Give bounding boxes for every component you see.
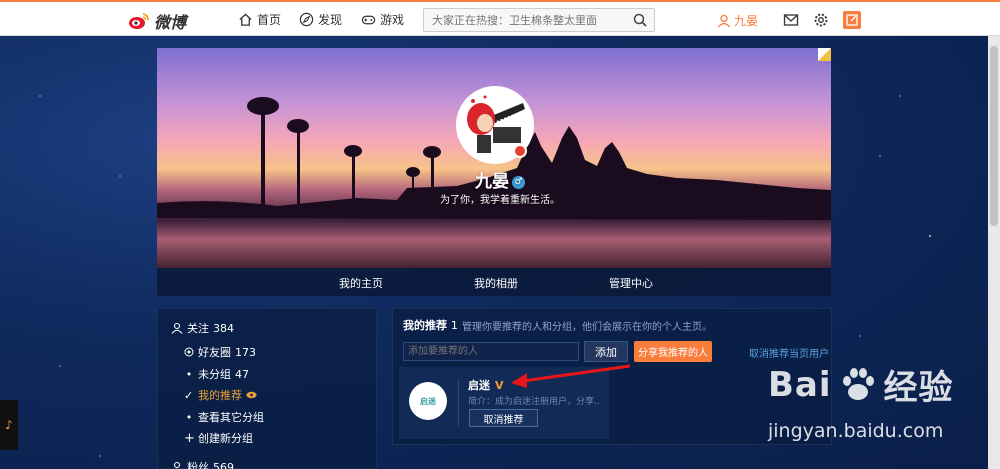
tab-my-album[interactable]: 我的相册: [474, 275, 518, 291]
sidebar-item-view-other-groups[interactable]: • 查看其它分组: [184, 409, 264, 425]
check-icon: ✓: [184, 388, 194, 402]
nav-game[interactable]: 游戏: [361, 11, 404, 28]
dot-icon: •: [185, 367, 193, 381]
username: 九晏: [734, 14, 759, 28]
sidebar-item-ungrouped[interactable]: • 未分组 47: [184, 366, 249, 382]
add-button[interactable]: 添加: [584, 341, 628, 362]
profile-tab-bar: 我的主页 我的相册 管理中心: [157, 268, 831, 296]
user-icon: [717, 14, 731, 27]
nav-game-label: 游戏: [380, 13, 405, 27]
profile-name: 九晏 ♂: [0, 167, 1000, 192]
nav-discover-label: 发现: [318, 13, 343, 27]
baidu-jingyan-watermark: Bai 经验 jingyan.baidu.com: [768, 360, 954, 443]
follow-count: 384: [213, 321, 234, 335]
profile-bio: 为了你，我学着重新生活。: [440, 195, 560, 206]
nav-home-label: 首页: [257, 13, 282, 27]
recommend-count: 1: [450, 319, 458, 332]
search-box: [423, 8, 655, 32]
person-icon: [171, 322, 183, 334]
recommend-title-text: 我的推荐: [403, 319, 447, 332]
sidebar-fans-header[interactable]: 粉丝 569: [171, 459, 234, 469]
sidebar-item-create-group[interactable]: + 创建新分组: [184, 430, 253, 446]
recommended-user-name[interactable]: 启迷 V: [468, 377, 504, 393]
eye-icon: [246, 391, 257, 399]
recommended-user-name-text: 启迷: [468, 379, 490, 392]
weibo-logo[interactable]: 微博: [128, 9, 186, 33]
user-menu[interactable]: 九晏: [717, 12, 758, 29]
recommended-user-avatar[interactable]: 启迷: [409, 382, 447, 420]
nav-discover[interactable]: 发现: [299, 11, 342, 28]
recommend-title: 我的推荐 1: [403, 317, 458, 333]
music-player-tab[interactable]: ♪: [0, 400, 18, 450]
fans-icon: [173, 461, 181, 469]
cover-settings-corner[interactable]: [818, 48, 831, 61]
sidebar-item-label: 好友圈: [198, 346, 231, 359]
cancel-home-recommend-link[interactable]: 取消推荐当页用户: [749, 345, 829, 360]
male-gender-icon: ♂: [512, 175, 525, 189]
card-divider: [458, 380, 459, 426]
cancel-recommend-button[interactable]: 取消推荐: [469, 409, 538, 427]
weibo-eye-icon: [129, 13, 149, 29]
add-recommend-input[interactable]: [403, 342, 579, 361]
logo-text: 微博: [154, 13, 187, 32]
sidebar-item-count: 173: [235, 345, 256, 359]
recommended-user-description: 简介：成为启迷注册用户，分享...: [468, 397, 600, 407]
verified-v-icon: V: [495, 378, 504, 392]
share-recommend-button[interactable]: 分享我推荐的人: [634, 341, 712, 362]
circle-icon: [184, 347, 194, 357]
sidebar-item-my-recommend[interactable]: ✓ 我的推荐: [184, 387, 257, 403]
watermark-brand: Bai 经验: [768, 360, 954, 409]
sidebar-item-label: 我的推荐: [198, 389, 242, 402]
plus-icon: +: [184, 430, 195, 446]
avatar-logo-text: 启迷: [420, 396, 436, 406]
mail-icon[interactable]: [783, 12, 799, 28]
recommend-description: 管理你要推荐的人和分组，他们会展示在你的个人主页。: [462, 322, 712, 333]
nav-home[interactable]: 首页: [238, 11, 281, 28]
music-note-icon: ♪: [5, 418, 13, 432]
fans-label: 粉丝: [187, 461, 209, 469]
dot-icon: •: [185, 410, 193, 424]
verified-badge-icon: [513, 144, 527, 158]
search-icon[interactable]: [633, 13, 647, 27]
paw-logo-icon: [842, 367, 874, 400]
sidebar-item-count: 47: [235, 367, 249, 381]
gear-icon[interactable]: [813, 12, 829, 28]
red-annotation-arrow-icon: [511, 364, 631, 388]
watermark-brand-bai: Bai: [768, 364, 832, 405]
sidebar-follow-header[interactable]: 关注 384: [171, 320, 234, 336]
top-navigation-bar: 微博 首页 发现 游戏 九晏: [0, 0, 1000, 36]
edit-icon: [846, 14, 858, 26]
sidebar-item-friends-circle[interactable]: 好友圈 173: [184, 344, 256, 360]
sidebar-item-label: 未分组: [198, 368, 231, 381]
tab-manage-center[interactable]: 管理中心: [609, 275, 653, 291]
compose-button[interactable]: [843, 11, 861, 29]
sidebar-item-label: 查看其它分组: [198, 411, 264, 424]
fans-count: 569: [213, 460, 234, 469]
tab-my-home[interactable]: 我的主页: [339, 275, 383, 291]
profile-name-text: 九晏: [475, 172, 509, 192]
search-input[interactable]: [424, 9, 624, 31]
sidebar-item-label: 创建新分组: [198, 432, 253, 445]
follow-label: 关注: [187, 322, 209, 335]
watermark-url: jingyan.baidu.com: [768, 420, 944, 442]
compass-icon: [299, 12, 314, 27]
watermark-brand-jingyan: 经验: [883, 368, 954, 408]
home-icon: [239, 13, 252, 26]
gamepad-icon: [361, 15, 376, 25]
